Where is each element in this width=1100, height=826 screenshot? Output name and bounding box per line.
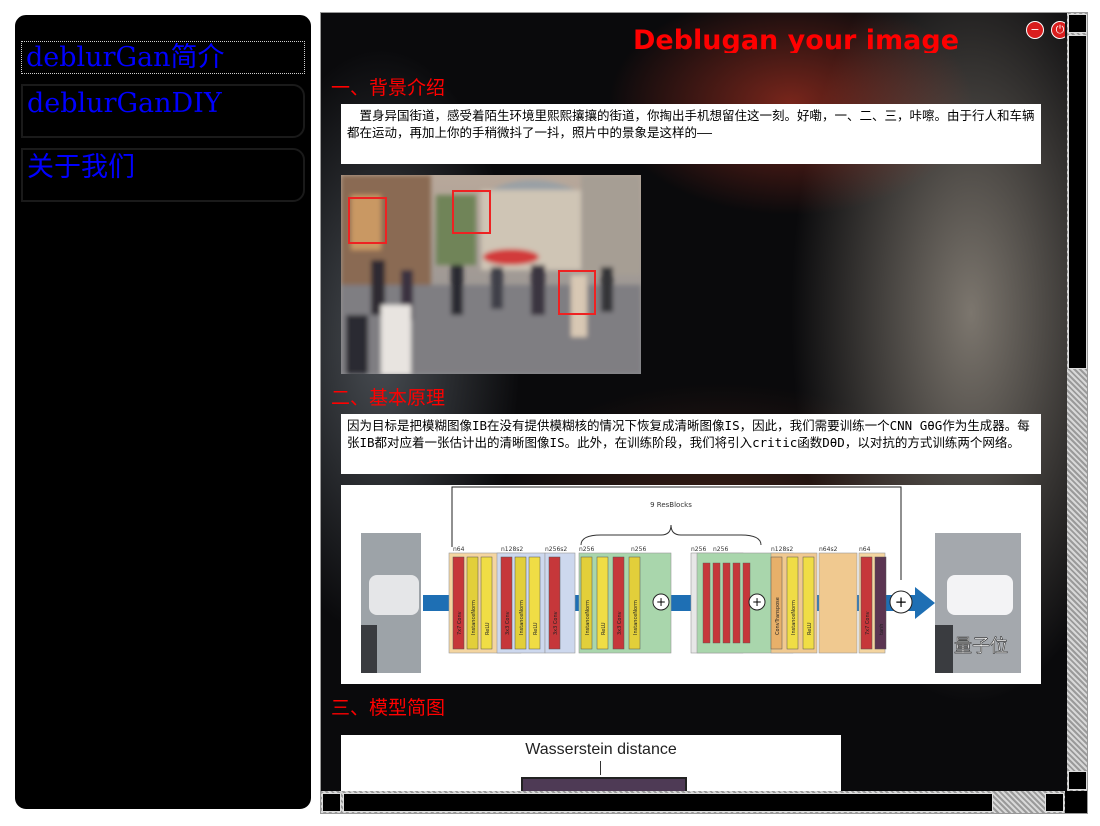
- arch-dim-label: n256: [579, 546, 594, 553]
- arch-layer-label: InstanceNorm: [585, 600, 591, 635]
- vertical-scrollbar[interactable]: [1067, 13, 1087, 813]
- arch-resblock-bar: [732, 562, 741, 644]
- arch-layer-label: tanh: [879, 624, 885, 635]
- blurred-street-photo: [341, 175, 641, 374]
- svg-text:+: +: [895, 593, 908, 611]
- arch-layer-label: 3x3 Conv: [617, 611, 623, 635]
- vertical-scroll-thumb[interactable]: [1068, 35, 1087, 369]
- arch-resblock-bar: [702, 562, 711, 644]
- architecture-diagram: 9 ResBlocks 7x7 Conv InstanceNorm ReLU 3x3 …: [341, 485, 1041, 684]
- section-heading-principle: 二、基本原理: [331, 387, 446, 409]
- arch-layer-label: ReLU: [807, 622, 813, 635]
- section-heading-background: 一、背景介绍: [331, 77, 446, 99]
- watermark-text: 量子位: [954, 636, 1008, 657]
- arch-layer-label: ReLU: [601, 622, 607, 635]
- arch-dim-label: n64: [859, 546, 871, 553]
- arch-dim-label: n128s2: [501, 546, 523, 553]
- horizontal-scrollbar[interactable]: [321, 791, 1065, 813]
- horizontal-scroll-thumb[interactable]: [343, 793, 993, 812]
- arch-layer-label: 7x7 Conv: [457, 611, 463, 635]
- minimize-icon[interactable]: −: [1026, 21, 1044, 39]
- arch-dim-label: n128s2: [771, 546, 793, 553]
- page-title: Deblugan your image: [632, 25, 960, 53]
- arch-layer-label: InstanceNorm: [791, 600, 797, 635]
- resblocks-label: 9 ResBlocks: [650, 501, 692, 509]
- section-heading-model: 三、模型简图: [331, 697, 446, 719]
- background-text: 置身异国街道，感受着陌生环境里熙熙攘攘的街道，你掏出手机想留住这一刻。好嘞，一、…: [341, 104, 1041, 164]
- arch-dim-label: n64s2: [819, 546, 838, 553]
- arch-dim-label: n256s2: [545, 546, 567, 553]
- arch-layer-label: InstanceNorm: [519, 600, 525, 635]
- arch-layer-label: ReLU: [533, 622, 539, 635]
- arch-resblock-bar: [722, 562, 731, 644]
- scroll-up-arrow[interactable]: [1068, 14, 1087, 33]
- content-area: Deblugan your image − ⏻ 一、背景介绍 置身异国街道，感受…: [321, 13, 1065, 791]
- arch-layer-label: 3x3 Conv: [553, 611, 559, 635]
- scroll-down-arrow[interactable]: [1068, 771, 1087, 790]
- arch-dim-label: n64: [453, 546, 465, 553]
- sidebar-nav: deblurGan简介 deblurGanDIY 关于我们: [12, 12, 314, 812]
- content-frame: Deblugan your image − ⏻ 一、背景介绍 置身异国街道，感受…: [320, 12, 1088, 814]
- nav-item-about-us[interactable]: 关于我们: [21, 148, 305, 202]
- svg-text:+: +: [752, 595, 762, 609]
- arch-layer-label: InstanceNorm: [471, 600, 477, 635]
- arch-layer-label: ReLU: [485, 622, 491, 635]
- principle-text: 因为目标是把模糊图像IB在没有提供模糊核的情况下恢复成清晰图像IS，因此，我们需…: [341, 414, 1041, 474]
- arch-dim-label: n256: [631, 546, 646, 553]
- arch-layer-label: InstanceNorm: [633, 600, 639, 635]
- nav-item-deblurgan-intro[interactable]: deblurGan简介: [21, 41, 305, 74]
- nav-item-deblurgan-diy[interactable]: deblurGanDIY: [21, 84, 305, 138]
- arch-layer-label: ConvTranspose: [775, 597, 781, 635]
- model-diagram: Wasserstein distance: [341, 735, 841, 791]
- wasserstein-label: Wasserstein distance: [525, 741, 677, 758]
- arch-resblock-bar: [712, 562, 721, 644]
- arch-dim-label: n256: [713, 546, 728, 553]
- arch-layer-label: 3x3 Conv: [505, 611, 511, 635]
- scrollbar-corner: [1065, 791, 1087, 813]
- arch-layer-label: 7x7 Conv: [865, 611, 871, 635]
- scroll-right-arrow[interactable]: [1045, 793, 1064, 812]
- arch-dim-label: n256: [691, 546, 706, 553]
- power-icon[interactable]: ⏻: [1051, 21, 1065, 39]
- svg-text:+: +: [656, 595, 666, 609]
- scroll-left-arrow[interactable]: [322, 793, 341, 812]
